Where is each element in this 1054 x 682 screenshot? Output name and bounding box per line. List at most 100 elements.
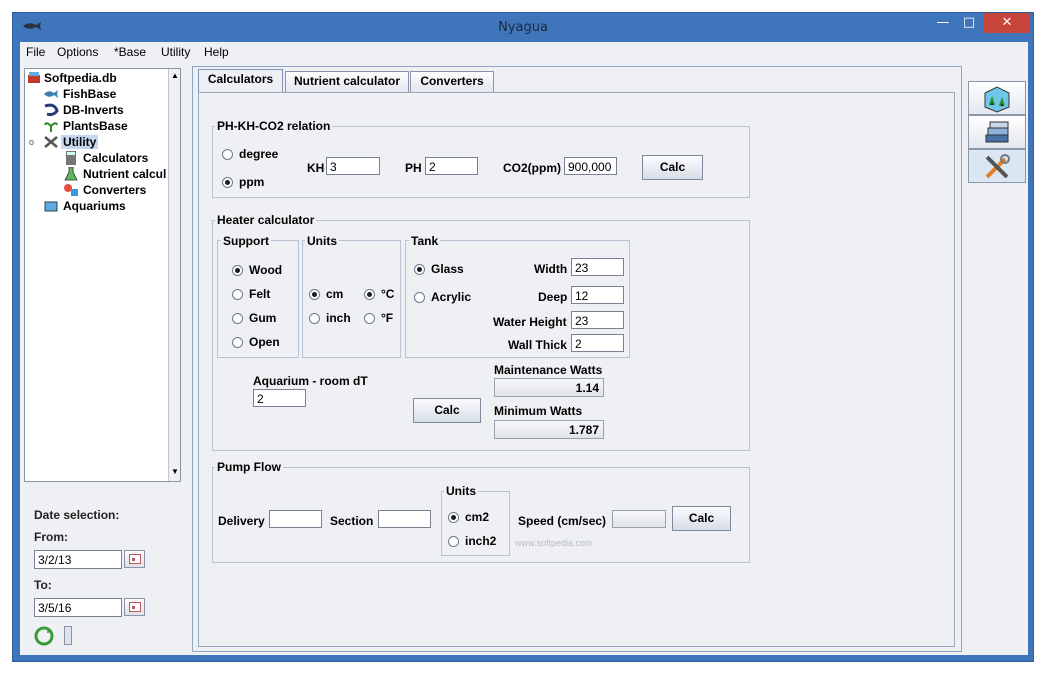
inch-radio[interactable]: [309, 313, 320, 324]
acrylic-radio[interactable]: [414, 292, 425, 303]
side-tab-books[interactable]: [968, 115, 1026, 149]
menu-base[interactable]: *Base: [114, 45, 146, 59]
calculators-content: PH-KH-CO2 relation degree ppm KH 3 PH 2 …: [198, 92, 955, 647]
maintenance-watts-value: 1.14: [494, 378, 604, 397]
wall-thick-label: Wall Thick: [508, 338, 567, 352]
deep-label: Deep: [538, 290, 568, 304]
tree-scrollbar[interactable]: ▲ ▼: [168, 69, 180, 481]
side-tab-tools[interactable]: [968, 149, 1026, 183]
calendar-icon: [129, 554, 141, 564]
tools-icon: [985, 154, 1010, 179]
menu-file[interactable]: File: [26, 45, 45, 59]
support-gum-label: Gum: [249, 311, 277, 325]
app-window: Nyagua — □ ✕ File Options *Base Utility …: [12, 12, 1034, 662]
shapes-icon: [64, 184, 78, 196]
ppm-radio[interactable]: [222, 177, 233, 188]
to-label: To:: [34, 578, 52, 592]
menu-bar: File Options *Base Utility Help: [20, 42, 1028, 63]
tree-item-calculators[interactable]: Calculators: [83, 151, 148, 165]
aquarium-icon: [984, 86, 1010, 113]
kh-label: KH: [307, 161, 325, 175]
minimize-button[interactable]: —: [931, 13, 955, 33]
room-dt-label: Aquarium - room dT: [253, 374, 368, 388]
water-height-label: Water Height: [493, 315, 567, 329]
ph-label: PH: [405, 161, 422, 175]
degree-label: degree: [239, 147, 279, 161]
to-calendar-button[interactable]: [124, 598, 145, 616]
co2-input[interactable]: 900,000: [564, 157, 617, 175]
support-wood-label: Wood: [249, 263, 283, 277]
tree-item-fishbase[interactable]: FishBase: [63, 87, 116, 101]
window-title: Nyagua: [498, 20, 548, 35]
from-label: From:: [34, 530, 68, 544]
width-input[interactable]: 23: [571, 258, 624, 276]
from-date-field[interactable]: 3/2/13: [34, 550, 122, 569]
title-bar[interactable]: Nyagua — □ ✕: [13, 13, 1033, 42]
tree-root[interactable]: Softpedia.db: [44, 71, 117, 85]
refresh-icon[interactable]: [34, 626, 54, 646]
aquarium-icon: [44, 201, 58, 212]
fahrenheit-radio[interactable]: [364, 313, 375, 324]
degree-radio[interactable]: [222, 149, 233, 160]
tab-calculators[interactable]: Calculators: [198, 69, 283, 92]
scroll-up-icon[interactable]: ▲: [171, 71, 179, 80]
tree-item-nutrient[interactable]: Nutrient calcul: [83, 167, 166, 181]
heater-calc-button[interactable]: Calc: [413, 398, 481, 423]
plant-icon: [44, 122, 58, 132]
delivery-input[interactable]: [269, 510, 322, 528]
watermark: www.softpedia.com: [515, 538, 593, 548]
support-open-radio[interactable]: [232, 337, 243, 348]
tree-item-plantsbase[interactable]: PlantsBase: [63, 119, 128, 133]
room-dt-input[interactable]: 2: [253, 389, 306, 407]
tree-item-converters[interactable]: Converters: [83, 183, 146, 197]
side-tab-aquarium[interactable]: [968, 81, 1026, 115]
kh-input[interactable]: 3: [326, 157, 380, 175]
from-calendar-button[interactable]: [124, 550, 145, 568]
wall-thick-input[interactable]: 2: [571, 334, 624, 352]
tree-item-db-inverts[interactable]: DB-Inverts: [63, 103, 124, 117]
menu-utility[interactable]: Utility: [161, 45, 190, 59]
tree-expander-icon[interactable]: o: [29, 137, 34, 147]
database-icon: [28, 72, 40, 83]
tree-item-aquariums[interactable]: Aquariums: [63, 199, 126, 213]
phkh-title: PH-KH-CO2 relation: [215, 119, 333, 133]
menu-help[interactable]: Help: [204, 45, 229, 59]
client-area: Softpedia.db FishBase DB-Inverts PlantsB…: [20, 63, 1028, 655]
support-gum-radio[interactable]: [232, 313, 243, 324]
speed-label: Speed (cm/sec): [518, 514, 607, 528]
celsius-label: °C: [381, 287, 395, 301]
cm-radio[interactable]: [309, 289, 320, 300]
tab-nutrient-calculator[interactable]: Nutrient calculator: [285, 71, 409, 92]
tree-item-utility[interactable]: Utility: [61, 135, 99, 149]
inch2-radio[interactable]: [448, 536, 459, 547]
maximize-button[interactable]: □: [957, 13, 981, 33]
main-panel: Calculators Nutrient calculator Converte…: [192, 66, 962, 652]
width-label: Width: [534, 262, 568, 276]
phkh-calc-button[interactable]: Calc: [642, 155, 703, 180]
section-input[interactable]: [378, 510, 431, 528]
flask-icon: [64, 167, 78, 181]
ppm-label: ppm: [239, 175, 265, 189]
support-wood-radio[interactable]: [232, 265, 243, 276]
section-label: Section: [330, 514, 374, 528]
navigation-tree: Softpedia.db FishBase DB-Inverts PlantsB…: [24, 68, 181, 482]
acrylic-label: Acrylic: [431, 290, 472, 304]
maintenance-watts-label: Maintenance Watts: [494, 363, 603, 377]
celsius-radio[interactable]: [364, 289, 375, 300]
pump-title: Pump Flow: [215, 460, 283, 474]
to-date-field[interactable]: 3/5/16: [34, 598, 122, 617]
pump-calc-button[interactable]: Calc: [672, 506, 731, 531]
ph-input[interactable]: 2: [425, 157, 478, 175]
deep-input[interactable]: 12: [571, 286, 624, 304]
co2-label: CO2(ppm): [503, 161, 561, 175]
glass-radio[interactable]: [414, 264, 425, 275]
menu-options[interactable]: Options: [57, 45, 98, 59]
close-button[interactable]: ✕: [984, 13, 1030, 33]
support-felt-radio[interactable]: [232, 289, 243, 300]
water-height-input[interactable]: 23: [571, 311, 624, 329]
fahrenheit-label: °F: [381, 311, 394, 325]
tab-converters[interactable]: Converters: [410, 71, 494, 92]
shrimp-icon: [44, 103, 59, 117]
scroll-down-icon[interactable]: ▼: [171, 467, 179, 476]
cm2-radio[interactable]: [448, 512, 459, 523]
